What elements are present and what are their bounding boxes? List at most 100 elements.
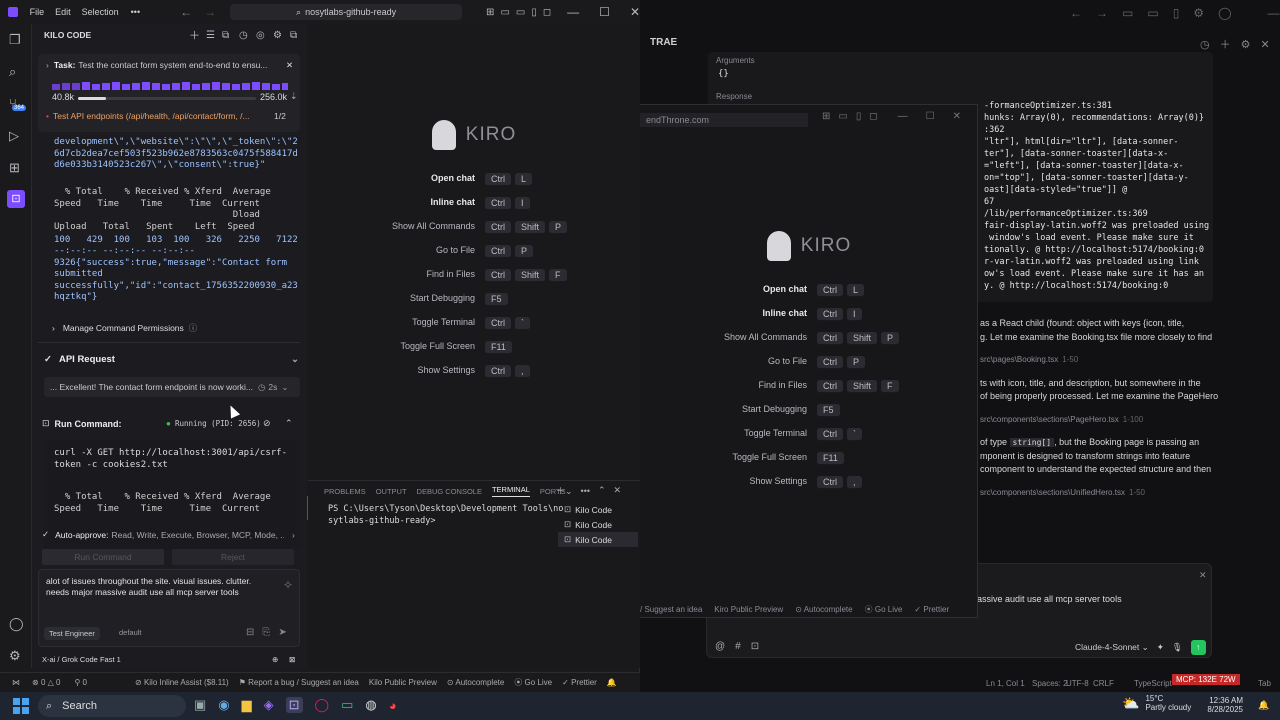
check-icon[interactable]: ✓ — [42, 529, 49, 540]
notifications-icon[interactable]: 🔔 — [607, 678, 617, 687]
minimize-icon[interactable]: — — [1268, 6, 1280, 20]
at-mention-icon[interactable]: @ — [715, 641, 725, 652]
menu-more-icon[interactable]: ••• — [131, 7, 140, 17]
mcp-icon[interactable]: ⧉ — [222, 30, 229, 41]
kilo-code-icon[interactable]: ⊡ — [7, 190, 25, 208]
toggle-sidebar-icon[interactable]: ▭ — [500, 7, 509, 18]
status-eol[interactable]: CRLF — [1093, 679, 1114, 688]
terminal-list-item[interactable]: ⊡ Kilo Code — [558, 532, 638, 547]
close-task-icon[interactable]: ✕ — [286, 60, 293, 71]
welcome-shortcut[interactable]: Find in Files Ctrl Shift F — [640, 373, 978, 397]
auto-approve-row[interactable]: ✓ Auto-approve: Read, Write, Execute, Br… — [42, 529, 304, 540]
image-attach-icon[interactable]: ⊟ — [246, 627, 254, 638]
command-center-search[interactable]: ⌕ nosytlabs-github-ready — [230, 4, 463, 20]
toggle-panel-icon[interactable]: ▭ — [516, 7, 525, 18]
manage-permissions-toggle[interactable]: › Manage Command Permissions ⓘ — [52, 322, 197, 334]
settings-gear-icon[interactable]: ⚙ — [273, 30, 282, 41]
account-icon[interactable]: ◯ — [9, 616, 24, 632]
welcome-shortcut[interactable]: Find in Files Ctrl Shift F — [308, 262, 640, 286]
file-reference[interactable]: src\components\sections\PageHero.tsx 1-10… — [980, 413, 1218, 427]
file-explorer-icon[interactable]: ▆ — [242, 697, 252, 713]
add-icon[interactable]: ＋ — [1220, 36, 1231, 52]
minimize-icon[interactable]: — — [898, 111, 908, 122]
weather-widget[interactable]: ⛅ 15°C Partly cloudy — [1122, 694, 1191, 712]
layout-icon[interactable]: ▭ — [1122, 6, 1133, 20]
enhance-prompt-icon[interactable]: ✧ — [283, 578, 293, 592]
windows-start-icon[interactable] — [13, 698, 29, 714]
status-position[interactable]: Ln 1, Col 1 — [986, 679, 1025, 688]
panel-icon[interactable]: ▭ — [1147, 6, 1158, 20]
toggle-secondary-icon[interactable]: ▯ — [531, 7, 537, 18]
paperclip-icon[interactable]: ⎘ — [262, 627, 270, 638]
welcome-shortcut[interactable]: Toggle Terminal Ctrl ` — [640, 421, 978, 445]
reasoning-summary[interactable]: ... Excellent! The contact form endpoint… — [44, 377, 300, 397]
task-view-icon[interactable]: ▣ — [194, 697, 206, 713]
welcome-shortcut[interactable]: Inline chat Ctrl I — [640, 301, 978, 325]
chevron-up-icon[interactable]: ⌃ — [285, 418, 293, 429]
report-bug-link[interactable]: ⚑ Report a bug / Suggest an idea — [239, 678, 359, 687]
back-icon[interactable]: ← — [180, 5, 192, 19]
maximize-icon[interactable]: ☐ — [599, 5, 610, 19]
panel-icon[interactable]: ▭ — [838, 111, 847, 122]
manage-gear-icon[interactable]: ⚙ — [9, 648, 21, 664]
model-select[interactable]: Claude-4-Sonnet ⌄ — [1075, 642, 1149, 653]
mcp-status-badge[interactable]: MCP: 132E 72W — [1172, 674, 1240, 685]
chat-icon[interactable]: ◻ — [869, 111, 877, 122]
welcome-shortcut[interactable]: Show All Commands Ctrl Shift P — [308, 214, 640, 238]
send-icon[interactable]: ➤ — [278, 627, 286, 638]
forward-icon[interactable]: → — [204, 5, 216, 19]
task-header[interactable]: › Task: Test the contact form system end… — [46, 60, 296, 71]
welcome-shortcut[interactable]: Open chat Ctrl L — [640, 277, 978, 301]
welcome-shortcut[interactable]: Show Settings Ctrl, — [640, 469, 978, 493]
welcome-shortcut[interactable]: Start Debugging F5 — [640, 397, 978, 421]
more-icon[interactable]: ••• — [581, 486, 590, 496]
minimize-icon[interactable]: — — [567, 5, 579, 19]
profile-icon[interactable]: ◎ — [256, 30, 265, 41]
welcome-shortcut[interactable]: Open chat Ctrl L — [308, 166, 640, 190]
mode-selector[interactable]: Test Engineer — [44, 627, 100, 640]
kill-process-icon[interactable]: ⊘ — [263, 418, 271, 429]
close-panel-icon[interactable]: ✕ — [614, 485, 622, 496]
run-command-button[interactable]: Run Command — [42, 549, 164, 565]
file-reference[interactable]: src\components\sections\UnifiedHero.tsx 1… — [980, 486, 1218, 500]
mcp-server-icon[interactable]: ⊕ — [272, 655, 278, 664]
terminal-output[interactable]: PS C:\Users\Tyson\Desktop\Development To… — [328, 504, 563, 527]
welcome-shortcut[interactable]: Show All Commands Ctrl Shift P — [640, 325, 978, 349]
hash-icon[interactable]: # — [735, 641, 741, 652]
kiro-taskbar-icon[interactable]: ⊡ — [285, 697, 303, 713]
autocomplete-status[interactable]: ⊙ Autocomplete — [447, 678, 504, 687]
layout-icon[interactable]: ⊞ — [486, 7, 494, 18]
sparkle-icon[interactable]: ✦ — [1157, 642, 1164, 653]
public-preview-status[interactable]: Kilo Public Preview — [369, 678, 437, 687]
tab-terminal[interactable]: TERMINAL — [491, 485, 530, 497]
mic-icon[interactable]: 🎙 — [1172, 642, 1183, 653]
prompts-icon[interactable]: ☰ — [206, 30, 215, 41]
welcome-shortcut[interactable]: Start Debugging F5 — [308, 286, 640, 310]
welcome-shortcut[interactable]: Inline chat Ctrl I — [308, 190, 640, 214]
close-icon[interactable]: ✕ — [1260, 38, 1269, 51]
send-button[interactable]: ↑ — [1190, 640, 1206, 655]
api-request-row[interactable]: ✓ API Request ⌄ — [44, 354, 302, 365]
golive-status[interactable]: ⦿ Go Live — [514, 677, 552, 688]
tab-output[interactable]: OUTPUT — [376, 487, 407, 496]
welcome-shortcut[interactable]: Go to File Ctrl P — [640, 349, 978, 373]
open-in-editor-icon[interactable]: ⧉ — [290, 30, 297, 41]
status-language[interactable]: TypeScript — [1134, 679, 1172, 688]
maximize-panel-icon[interactable]: ⌃ — [598, 485, 606, 496]
image-icon[interactable]: ⊡ — [751, 641, 759, 652]
gear-icon[interactable]: ⚙ — [1241, 38, 1251, 51]
close-icon[interactable]: ✕ — [953, 111, 961, 122]
welcome-shortcut[interactable]: Show Settings Ctrl, — [308, 358, 640, 382]
new-task-icon[interactable]: ＋ — [189, 27, 200, 43]
history-icon[interactable]: ◷ — [1200, 38, 1210, 51]
app-icon[interactable]: ◈ — [264, 697, 274, 713]
tab-debug-console[interactable]: DEBUG CONSOLE — [417, 487, 482, 496]
copilot-icon[interactable]: ◉ — [218, 697, 229, 713]
remote-icon[interactable]: ⋈ — [12, 678, 20, 687]
notification-bell-icon[interactable]: 🔔 — [1258, 700, 1269, 711]
forward-icon[interactable]: → — [1096, 6, 1108, 20]
problems-status[interactable]: ⊗ 0 △ 0 — [32, 678, 60, 687]
model-name[interactable]: X-ai / Grok Code Fast 1 — [42, 655, 121, 664]
status-tab[interactable]: Tab — [1258, 679, 1271, 688]
menu-edit[interactable]: Edit — [55, 7, 71, 17]
